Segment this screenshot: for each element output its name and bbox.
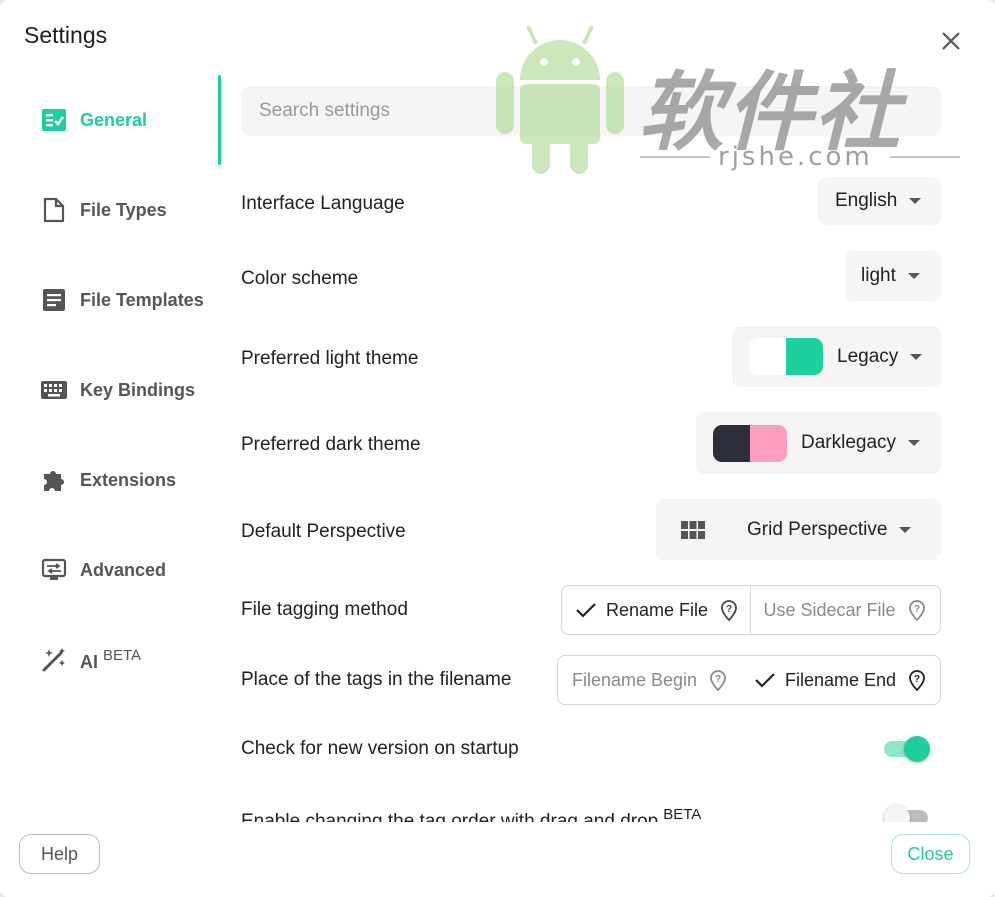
nav-item-file-types[interactable]: File Types [0,165,222,255]
settings-dialog: Settings General File Types File Templat… [0,0,995,897]
checklist-icon [40,106,68,134]
nav-item-label: Advanced [80,559,167,580]
nav-item-extensions[interactable]: Extensions [0,435,222,525]
color-scheme-label: Color scheme [241,268,359,289]
close-button[interactable]: Close [891,834,970,874]
rename-file-option[interactable]: Rename File ? [562,586,750,634]
swatch-color-2 [786,338,823,375]
dark-theme-swatch [713,424,787,462]
svg-text:?: ? [715,674,721,685]
swatch-color-2 [750,424,787,462]
option-label: Filename Begin [572,669,698,690]
help-marker-icon: ? [709,669,727,691]
file-icon [40,196,68,224]
chevron-down-icon [899,526,912,533]
help-marker-icon: ? [908,669,926,691]
article-icon [40,286,68,314]
select-value: light [861,265,896,286]
interface-language-label: Interface Language [241,193,405,214]
chevron-down-icon [909,198,922,204]
perspective-label: Default Perspective [241,521,406,542]
nav-item-advanced[interactable]: Advanced [0,525,222,615]
magic-wand-icon [40,646,68,674]
light-theme-select[interactable]: Legacy [732,326,941,387]
watermark-url: rjshe.com [718,142,873,172]
select-value: Darklegacy [801,432,897,453]
ai-label: AI [80,652,98,672]
close-icon[interactable] [936,26,966,56]
select-value: English [835,190,898,211]
tag-place-toggle: Filename Begin ? Filename End ? [557,655,941,705]
help-button[interactable]: Help [19,834,100,874]
nav-item-general[interactable]: General [0,75,222,165]
help-marker-icon: ? [720,599,738,621]
svg-text:?: ? [913,604,919,615]
tagging-method-toggle: Rename File ? Use Sidecar File ? [561,585,941,635]
option-label: Use Sidecar File [763,599,896,620]
chevron-down-icon [910,353,923,360]
color-scheme-select[interactable]: light [845,251,941,301]
nav-item-label: File Templates [80,289,204,310]
beta-badge: BETA [103,647,142,664]
tag-place-label: Place of the tags in the filename [241,669,512,690]
chevron-down-icon [907,273,920,279]
chevron-down-icon [908,440,921,446]
puzzle-icon [40,466,68,494]
perspective-select[interactable]: Grid Perspective [656,499,941,560]
check-icon [754,671,776,689]
select-value: Grid Perspective [747,518,888,540]
option-label: Rename File [606,599,709,620]
check-version-switch[interactable] [884,736,932,762]
help-marker-icon: ? [908,599,926,621]
beta-badge: BETA [663,806,702,822]
switch-thumb [884,805,910,822]
light-theme-label: Preferred light theme [241,348,419,369]
nav-item-label: Key Bindings [80,379,196,400]
switch-thumb [904,736,930,762]
dark-theme-select[interactable]: Darklegacy [696,412,941,474]
light-theme-swatch [749,338,823,375]
option-label: Filename End [785,669,897,690]
tag-order-dnd-text: Enable changing the tag order with drag … [241,811,659,822]
select-value: Legacy [837,345,899,367]
check-icon [575,601,597,619]
nav-item-label: File Types [80,199,167,220]
dialog-title: Settings [24,22,108,48]
check-version-label: Check for new version on startup [241,738,519,759]
tag-order-dnd-label: Enable changing the tag order with drag … [241,806,701,822]
svg-text:?: ? [914,674,920,685]
nav-item-label: Extensions [80,469,177,490]
tag-order-dnd-switch[interactable] [884,805,932,822]
swatch-color-1 [749,338,786,375]
settings-content: Settings General File Types File Templat… [0,0,995,822]
settings-display-icon [40,556,68,584]
nav-item-label: General [80,109,148,130]
nav-active-indicator [218,75,221,165]
keyboard-icon [40,376,68,404]
nav-item-key-bindings[interactable]: Key Bindings [0,345,222,435]
nav-item-label: AI BETA [80,647,141,673]
dark-theme-label: Preferred dark theme [241,434,421,455]
filename-end-option[interactable]: Filename End ? [742,656,940,704]
interface-language-select[interactable]: English [818,177,941,225]
swatch-color-1 [713,424,750,462]
use-sidecar-file-option[interactable]: Use Sidecar File ? [751,586,941,634]
grid-icon [681,520,705,539]
filename-begin-option[interactable]: Filename Begin ? [558,656,742,704]
tagging-method-label: File tagging method [241,599,408,620]
search-input[interactable] [241,86,941,136]
nav-item-ai[interactable]: AI BETA [0,615,222,705]
svg-text:?: ? [726,604,732,615]
nav-item-file-templates[interactable]: File Templates [0,255,222,345]
